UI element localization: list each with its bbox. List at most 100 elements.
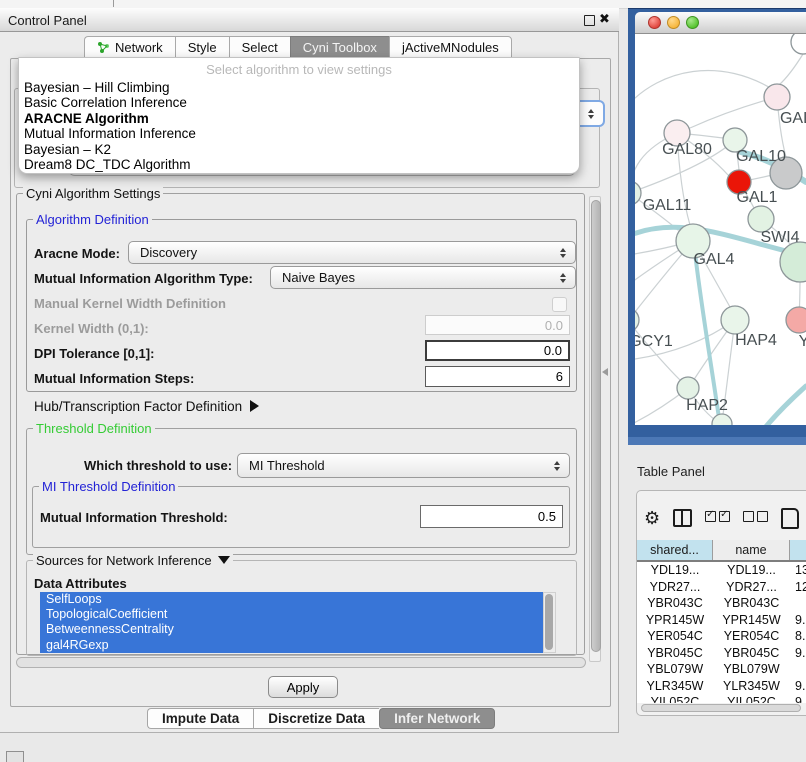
- export-table-icon[interactable]: [781, 508, 799, 529]
- tab-network[interactable]: Network: [84, 36, 175, 58]
- select-all-checkboxes-icon[interactable]: [705, 509, 730, 527]
- close-traffic-icon[interactable]: [648, 16, 661, 29]
- mi-threshold-field[interactable]: [420, 505, 563, 528]
- node-label: GCY1: [635, 333, 673, 350]
- splitter-collapse-icon[interactable]: [602, 368, 608, 376]
- table-row[interactable]: YLR345WYLR345W9.: [637, 678, 806, 695]
- tab-style[interactable]: Style: [175, 36, 229, 58]
- network-node[interactable]: [635, 308, 639, 332]
- hub-section-label: Hub/Transcription Factor Definition: [34, 399, 242, 414]
- dpi-tolerance-field[interactable]: [425, 340, 570, 361]
- attribute-item[interactable]: TopologicalCoefficient: [40, 607, 543, 622]
- tab-impute-data[interactable]: Impute Data: [147, 708, 253, 729]
- network-node[interactable]: [721, 306, 749, 334]
- attribute-item[interactable]: BetweennessCentrality: [40, 622, 543, 637]
- table-row[interactable]: YDL19...YDL19...13: [637, 562, 806, 579]
- hub-section-toggle[interactable]: Hub/Transcription Factor Definition: [34, 399, 259, 414]
- cyni-bottom-tabs: Impute DataDiscretize DataInfer Network: [147, 708, 495, 729]
- network-icon: [97, 41, 110, 54]
- tab-discretize-data[interactable]: Discretize Data: [253, 708, 379, 729]
- node-label: SWI4: [760, 229, 799, 246]
- algorithm-option[interactable]: Mutual Information Inference: [19, 126, 579, 141]
- network-node[interactable]: [764, 84, 790, 110]
- table-row[interactable]: YPR145WYPR145W9.: [637, 612, 806, 629]
- attributes-scrollbar-thumb[interactable]: [545, 594, 553, 650]
- settings-group-title: Cyni Algorithm Settings: [23, 186, 163, 201]
- mi-steps-label: Mutual Information Steps:: [34, 371, 194, 386]
- table-row[interactable]: YBR045CYBR045C9.: [637, 645, 806, 662]
- aracne-mode-combobox[interactable]: Discovery: [128, 241, 576, 264]
- minimized-panel-icon[interactable]: [6, 751, 24, 762]
- cell-name: YIL052C: [713, 694, 790, 703]
- attribute-item[interactable]: SelfLoops: [40, 592, 543, 607]
- tab-label: Select: [242, 40, 278, 55]
- sources-toggle[interactable]: Sources for Network Inference: [33, 553, 233, 568]
- deselect-all-checkboxes-icon[interactable]: [743, 509, 768, 527]
- node-label: HAP2: [686, 397, 728, 414]
- cell-name: YBR043C: [713, 595, 790, 612]
- algorithm-option[interactable]: Bayesian – K2: [19, 142, 579, 157]
- algorithm-option[interactable]: Basic Correlation Inference: [19, 95, 579, 110]
- zoom-traffic-icon[interactable]: [686, 16, 699, 29]
- tab-label: Cyni Toolbox: [303, 40, 377, 55]
- data-attributes-label: Data Attributes: [34, 576, 127, 591]
- network-window-frame: [628, 437, 806, 445]
- node-label: GAL11: [643, 197, 692, 214]
- cell-name: YBR045C: [713, 645, 790, 662]
- network-edge: [690, 97, 777, 128]
- tab-label: Network: [115, 40, 163, 55]
- table-body: YDL19...YDL19...13YDR27...YDR27...12YBR0…: [637, 562, 806, 703]
- network-node[interactable]: [677, 377, 699, 399]
- attribute-item[interactable]: gal4RGexp: [40, 638, 543, 653]
- tab-select[interactable]: Select: [229, 36, 290, 58]
- panel-title: Control Panel: [8, 13, 87, 28]
- data-attributes-list[interactable]: SelfLoopsTopologicalCoefficientBetweenne…: [40, 592, 543, 653]
- network-node[interactable]: [791, 34, 806, 54]
- algorithm-option[interactable]: Dream8 DC_TDC Algorithm: [19, 157, 579, 172]
- algorithm-selector-combobox-end[interactable]: [578, 100, 605, 127]
- float-window-icon[interactable]: [584, 15, 595, 26]
- node-label: HAP4: [735, 332, 777, 349]
- table-row[interactable]: YDR27...YDR27...12: [637, 579, 806, 596]
- table-row[interactable]: YBL079WYBL079W: [637, 661, 806, 678]
- table-row[interactable]: YBR043CYBR043C: [637, 595, 806, 612]
- close-icon[interactable]: ✖: [599, 11, 610, 27]
- table-horizontal-scrollbar[interactable]: [641, 704, 801, 712]
- tab-jactivemnodules[interactable]: jActiveMNodules: [389, 36, 512, 58]
- algorithm-option[interactable]: ARACNE Algorithm: [19, 111, 579, 126]
- apply-button[interactable]: Apply: [268, 676, 338, 698]
- network-node[interactable]: [786, 307, 806, 333]
- mi-steps-field[interactable]: [425, 366, 570, 387]
- column-header-value[interactable]: [790, 540, 806, 560]
- column-header-name[interactable]: name: [713, 540, 790, 560]
- mi-threshold-definition-title: MI Threshold Definition: [39, 479, 178, 494]
- manual-kernel-label: Manual Kernel Width Definition: [34, 296, 226, 311]
- which-threshold-combobox[interactable]: MI Threshold: [237, 453, 570, 478]
- settings-horizontal-scrollbar[interactable]: [16, 657, 586, 668]
- expand-right-icon: [250, 400, 259, 412]
- network-canvas[interactable]: GALGAL80GAL10GAL1SWI4GAL11GAL4GCY1HAP4YH…: [635, 34, 806, 425]
- kernel-width-field[interactable]: [425, 315, 570, 335]
- tab-infer-network[interactable]: Infer Network: [379, 708, 495, 729]
- network-node[interactable]: [712, 414, 732, 425]
- settings-vertical-scrollbar[interactable]: [589, 196, 601, 662]
- cell-value: 9.: [790, 612, 806, 629]
- settings-scrollbar-thumb[interactable]: [591, 200, 601, 652]
- node-table: shared...name YDL19...YDL19...13YDR27...…: [637, 540, 806, 703]
- gear-icon[interactable]: ⚙: [644, 508, 660, 528]
- algorithm-option[interactable]: Bayesian – Hill Climbing: [19, 80, 579, 95]
- mi-type-combobox[interactable]: Naive Bayes: [270, 266, 576, 289]
- cell-name: YBL079W: [713, 661, 790, 678]
- column-header-shared[interactable]: shared...: [637, 540, 713, 560]
- kernel-width-label: Kernel Width (0,1):: [34, 321, 149, 336]
- top-strip-divider: [113, 0, 114, 7]
- manual-kernel-checkbox[interactable]: [552, 297, 567, 312]
- split-columns-icon[interactable]: [673, 509, 692, 527]
- tab-label: Style: [188, 40, 217, 55]
- tab-cyni-toolbox[interactable]: Cyni Toolbox: [290, 36, 389, 58]
- cell-name: YPR145W: [713, 612, 790, 629]
- cell-value: 8.: [790, 628, 806, 645]
- minimize-traffic-icon[interactable]: [667, 16, 680, 29]
- table-row[interactable]: YIL052CYIL052C9.: [637, 694, 806, 703]
- table-row[interactable]: YER054CYER054C8.: [637, 628, 806, 645]
